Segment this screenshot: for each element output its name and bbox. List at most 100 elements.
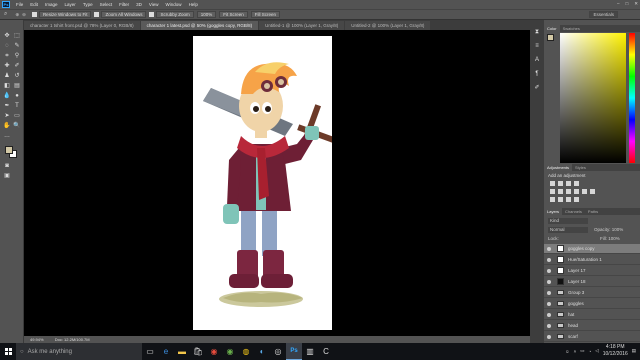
visibility-eye-icon[interactable] [547, 257, 551, 262]
gradient-map-adjust-icon[interactable] [574, 197, 579, 202]
layer-row[interactable]: goggles [544, 299, 640, 309]
resize-windows-option[interactable]: Resize Windows to Fit [38, 11, 92, 18]
store-icon[interactable]: 🛍 [190, 343, 206, 360]
workspace-switcher[interactable]: Essentials [589, 11, 618, 18]
paragraph-panel-icon[interactable]: ¶ [533, 70, 541, 78]
menu-window[interactable]: Window [166, 2, 182, 7]
eyedropper-tool-icon[interactable]: ⚲ [13, 52, 21, 60]
tab-color[interactable]: Color [544, 25, 560, 32]
blur-tool-icon[interactable]: 💧 [3, 92, 11, 100]
zoom-tool-icon[interactable]: 🔍 [13, 122, 21, 130]
tab-untitled-2[interactable]: Untitled-2 @ 100% (Layer 1, Gray/8) [345, 21, 431, 30]
people-icon[interactable]: ☺ [565, 349, 570, 354]
menu-type[interactable]: Type [83, 2, 93, 7]
tab-styles[interactable]: Styles [572, 164, 589, 171]
clone-stamp-icon[interactable]: ♟ [3, 72, 11, 80]
photoshop-taskbar-icon[interactable]: Ps [286, 343, 302, 360]
resize-windows-checkbox[interactable] [31, 12, 37, 17]
character-panel-icon[interactable]: A [533, 56, 541, 64]
zoom-all-checkbox[interactable] [94, 12, 100, 17]
history-brush-icon[interactable]: ↺ [13, 72, 21, 80]
fit-screen-button[interactable]: Fit Screen [219, 11, 248, 18]
color-balance-adjust-icon[interactable] [566, 189, 571, 194]
foreground-color-swatch[interactable] [5, 146, 13, 154]
layer-row[interactable]: Layer 17 [544, 266, 640, 276]
zoom-all-option[interactable]: Zoom All Windows [101, 11, 147, 18]
edge-browser-icon[interactable]: e [158, 343, 174, 360]
close-button[interactable]: ✕ [634, 1, 638, 7]
color-picker-field[interactable] [560, 33, 626, 163]
fill-field[interactable]: Fill: 100% [600, 236, 620, 242]
blend-mode-select[interactable]: Normal [548, 227, 588, 233]
visibility-eye-icon[interactable] [547, 323, 551, 328]
crop-tool-icon[interactable]: ⌗ [3, 52, 11, 60]
volume-icon[interactable]: ◁ [595, 348, 598, 354]
menu-select[interactable]: Select [100, 2, 113, 7]
menu-file[interactable]: File [16, 2, 23, 7]
battery-icon[interactable]: ▭ [580, 348, 584, 354]
visibility-eye-icon[interactable] [547, 268, 551, 273]
dodge-tool-icon[interactable]: ● [13, 92, 21, 100]
taskbar-clock[interactable]: 4:18 PM 10/12/2016 [603, 344, 628, 358]
visibility-eye-icon[interactable] [547, 290, 551, 295]
scrubby-zoom-option[interactable]: Scrubby Zoom [156, 11, 194, 18]
move-tool-icon[interactable]: ✥ [3, 32, 11, 40]
hue-slider[interactable] [629, 33, 635, 163]
tray-chevron-icon[interactable]: ˄ [574, 349, 577, 354]
channel-mixer-adjust-icon[interactable] [590, 189, 595, 194]
panel-foreground-swatch[interactable] [547, 34, 554, 41]
eraser-tool-icon[interactable]: ◧ [3, 82, 11, 90]
threshold-adjust-icon[interactable] [566, 197, 571, 202]
healing-brush-icon[interactable]: ✚ [3, 62, 11, 70]
layer-filter-kind[interactable]: Kind [548, 218, 588, 224]
path-select-icon[interactable]: ➤ [3, 112, 11, 120]
pen-tool-icon[interactable]: ✒ [3, 102, 11, 110]
maximize-button[interactable]: □ [626, 1, 629, 7]
zoom-in-icon[interactable]: ⊕ [15, 12, 19, 18]
visibility-eye-icon[interactable] [547, 312, 551, 317]
document-canvas[interactable] [193, 36, 337, 330]
menu-edit[interactable]: Edit [30, 2, 38, 7]
brush-panel-icon[interactable]: ✐ [533, 84, 541, 92]
type-tool-icon[interactable]: T [13, 102, 21, 110]
brightness-adjust-icon[interactable] [550, 181, 555, 186]
visibility-eye-icon[interactable] [547, 279, 551, 284]
screen-mode-icon[interactable]: ▣ [3, 172, 11, 180]
tab-character-latest[interactable]: character 1 latest.psd @ 50% (goggles co… [140, 21, 259, 30]
menu-help[interactable]: Help [189, 2, 198, 7]
fill-screen-button[interactable]: Fill Screen [250, 11, 281, 18]
tab-adjustments[interactable]: Adjustments [544, 164, 573, 171]
tab-swatches[interactable]: Swatches [560, 25, 583, 32]
zoom-out-icon[interactable]: ⊖ [22, 12, 26, 18]
invert-adjust-icon[interactable] [550, 197, 555, 202]
tab-paths[interactable]: Paths [585, 208, 601, 215]
layer-row[interactable]: hat [544, 310, 640, 320]
lasso-tool-icon[interactable]: ◌ [3, 42, 11, 50]
minimize-button[interactable]: – [617, 1, 620, 7]
tab-layers[interactable]: Layers [544, 208, 563, 215]
menu-image[interactable]: Image [45, 2, 58, 7]
tab-channels[interactable]: Channels [562, 208, 585, 215]
opacity-field[interactable]: Opacity: 100% [594, 227, 623, 233]
quick-select-tool-icon[interactable]: ✎ [13, 42, 21, 50]
more-tools-icon[interactable]: … [3, 132, 11, 140]
app-icon-blue[interactable]: ◐ [254, 343, 270, 360]
layer-row[interactable]: Layer 18 [544, 277, 640, 287]
shape-tool-icon[interactable]: ▭ [13, 112, 21, 120]
menu-view[interactable]: View [149, 2, 159, 7]
history-panel-icon[interactable]: ⧗ [533, 28, 541, 36]
chrome-icon[interactable]: ◉ [206, 343, 222, 360]
exposure-adjust-icon[interactable] [574, 181, 579, 186]
gradient-tool-icon[interactable]: ▤ [13, 82, 21, 90]
levels-adjust-icon[interactable] [558, 181, 563, 186]
zoom-tool-icon[interactable]: ⌕ [4, 11, 7, 18]
tab-untitled-1[interactable]: Untitled-1 @ 100% (Layer 1, Gray/8) [259, 21, 345, 30]
layer-row[interactable]: Group 3 [544, 288, 640, 298]
posterize-adjust-icon[interactable] [558, 197, 563, 202]
scrubby-zoom-checkbox[interactable] [149, 12, 155, 17]
app-icon-yellow[interactable]: ◍ [238, 343, 254, 360]
visibility-eye-icon[interactable] [547, 246, 551, 251]
bw-adjust-icon[interactable] [574, 189, 579, 194]
visibility-eye-icon[interactable] [547, 334, 551, 339]
properties-panel-icon[interactable]: ≡ [533, 42, 541, 50]
